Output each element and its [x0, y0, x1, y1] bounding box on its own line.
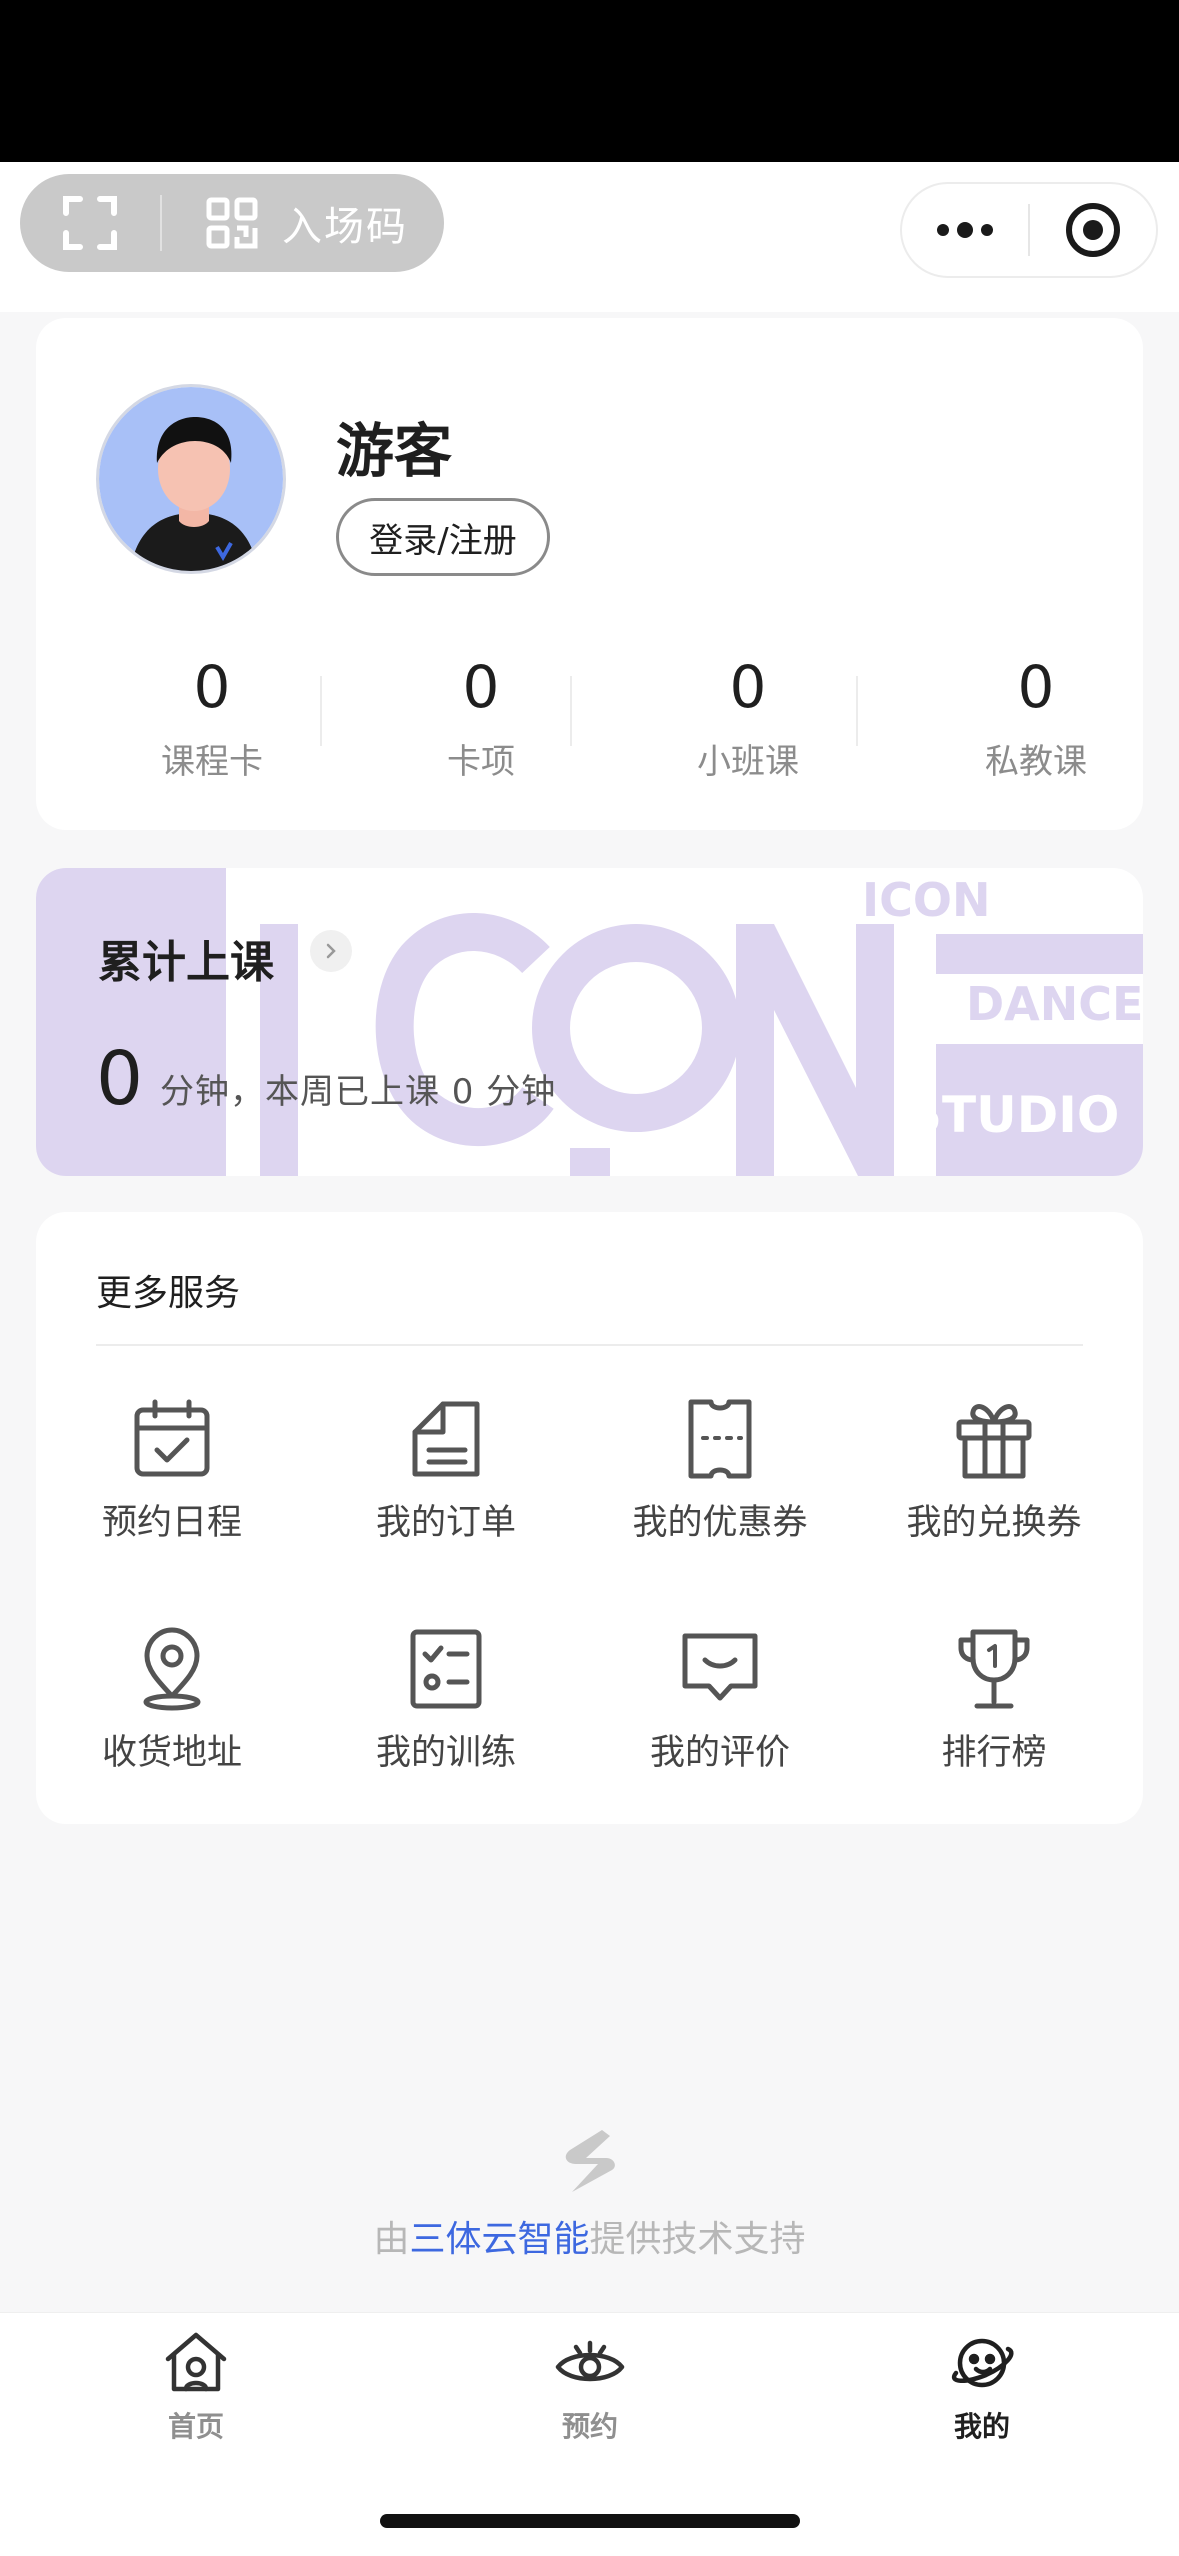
service-leaderboard[interactable]: 排行榜: [874, 1626, 1114, 1775]
service-label: 预约日程: [101, 1503, 242, 1543]
stat-card-items[interactable]: 0 卡项: [381, 648, 581, 783]
stat-value: 0: [193, 653, 231, 721]
chevron-right-icon: [326, 943, 336, 959]
watermark-word: ICON: [862, 873, 990, 927]
total-minutes: 0: [96, 1036, 144, 1122]
scan-button[interactable]: [20, 174, 160, 272]
service-label: 我的评价: [649, 1733, 790, 1773]
tab-label: 我的: [953, 2410, 1010, 2443]
tech-support-text: 由三体云智能提供技术支持: [0, 2210, 1179, 2262]
stat-label: 卡项: [447, 742, 515, 782]
home-icon: [165, 2332, 227, 2392]
more-dots-icon: [937, 222, 993, 238]
icon-dance-studio-watermark: ICON DANCE STUDIO: [36, 868, 1143, 1176]
service-vouchers[interactable]: 我的兑换券: [874, 1396, 1114, 1545]
avatar-illustration-icon: [99, 387, 283, 571]
service-address[interactable]: 收货地址: [52, 1626, 292, 1775]
target-close-icon: [1066, 203, 1120, 257]
stat-course-card[interactable]: 0 课程卡: [112, 648, 312, 783]
close-program-button[interactable]: [1030, 184, 1156, 276]
checklist-icon: [410, 1629, 482, 1709]
trophy-icon: [958, 1629, 1030, 1709]
watermark-word: DANCE: [966, 977, 1143, 1031]
more-button[interactable]: [902, 184, 1028, 276]
status-bar: [0, 0, 1179, 162]
service-label: 我的兑换券: [906, 1503, 1082, 1543]
entry-code-label: 入场码: [282, 204, 408, 250]
login-register-button[interactable]: 登录/注册: [336, 498, 550, 576]
profile-card: 游客 登录/注册 0 课程卡 0 卡项 0 小班课 0 私教课: [36, 318, 1143, 830]
stat-value: 0: [1017, 653, 1055, 721]
support-suffix: 提供技术支持: [589, 2219, 806, 2260]
santi-logo-icon: [565, 2130, 615, 2192]
avatar[interactable]: [96, 384, 286, 574]
home-indicator: [380, 2514, 800, 2528]
comment-icon: [682, 1633, 758, 1701]
stat-label: 小班课: [697, 742, 799, 782]
eye-icon: [555, 2340, 625, 2382]
scan-icon: [63, 196, 117, 250]
service-label: 我的训练: [375, 1733, 516, 1773]
stats-row: 0 课程卡 0 卡项 0 小班课 0 私教课: [36, 648, 1143, 788]
weekly-summary: 分钟，本周已上课 0 分钟: [160, 1072, 557, 1112]
services-title: 更多服务: [96, 1273, 241, 1314]
nickname: 游客: [336, 417, 453, 485]
service-training[interactable]: 我的训练: [326, 1626, 566, 1775]
stat-label: 课程卡: [161, 742, 263, 782]
service-label: 我的优惠券: [632, 1503, 808, 1543]
stat-label: 私教课: [985, 742, 1087, 782]
service-label: 收货地址: [101, 1733, 242, 1773]
service-label: 排行榜: [941, 1733, 1047, 1773]
stat-small-class[interactable]: 0 小班课: [648, 648, 848, 783]
services-divider: [96, 1344, 1083, 1346]
tab-mine[interactable]: 我的: [882, 2327, 1082, 2445]
qr-code-icon: [206, 197, 258, 249]
service-orders[interactable]: 我的订单: [326, 1396, 566, 1545]
more-services-card: 更多服务 预约日程 我的订单 我的优惠券 我的兑换券 收货地址 我的训练 我的评…: [36, 1212, 1143, 1824]
scan-pill: 入场码: [20, 174, 444, 272]
support-prefix: 由: [373, 2219, 410, 2260]
class-summary-banner[interactable]: ICON DANCE STUDIO 累计上课 0 分钟，本周已上课 0 分钟: [36, 868, 1143, 1176]
service-reviews[interactable]: 我的评价: [600, 1626, 840, 1775]
planet-icon: [951, 2338, 1014, 2388]
gift-icon: [956, 1404, 1032, 1479]
service-schedule[interactable]: 预约日程: [52, 1396, 292, 1545]
stat-value: 0: [729, 653, 767, 721]
app-page: 入场码 游客 登录/注册 0 课程卡 0 卡项 0 小班课 0 私教课 ICON…: [0, 0, 1179, 2556]
watermark-word: STUDIO: [906, 1086, 1119, 1144]
order-icon: [412, 1401, 480, 1477]
calendar-check-icon: [134, 1399, 210, 1477]
service-label: 我的订单: [375, 1503, 516, 1543]
stat-divider: [570, 676, 572, 746]
banner-arrow[interactable]: [310, 930, 352, 972]
coupon-icon: [688, 1399, 752, 1479]
stat-private-class[interactable]: 0 私教课: [936, 648, 1136, 783]
stat-value: 0: [462, 653, 500, 721]
tab-booking[interactable]: 预约: [490, 2327, 690, 2445]
top-bar: 入场码: [0, 162, 1179, 312]
tab-label: 首页: [167, 2410, 224, 2443]
tab-label: 预约: [561, 2410, 618, 2443]
stat-divider: [320, 676, 322, 746]
service-coupons[interactable]: 我的优惠券: [600, 1396, 840, 1545]
support-brand-link[interactable]: 三体云智能: [409, 2219, 589, 2260]
location-pin-icon: [143, 1627, 201, 1711]
tab-home[interactable]: 首页: [96, 2327, 296, 2445]
mini-program-capsule: [900, 182, 1158, 278]
stat-divider: [856, 676, 858, 746]
banner-title: 累计上课: [98, 937, 274, 988]
entry-code-button[interactable]: 入场码: [162, 174, 444, 272]
